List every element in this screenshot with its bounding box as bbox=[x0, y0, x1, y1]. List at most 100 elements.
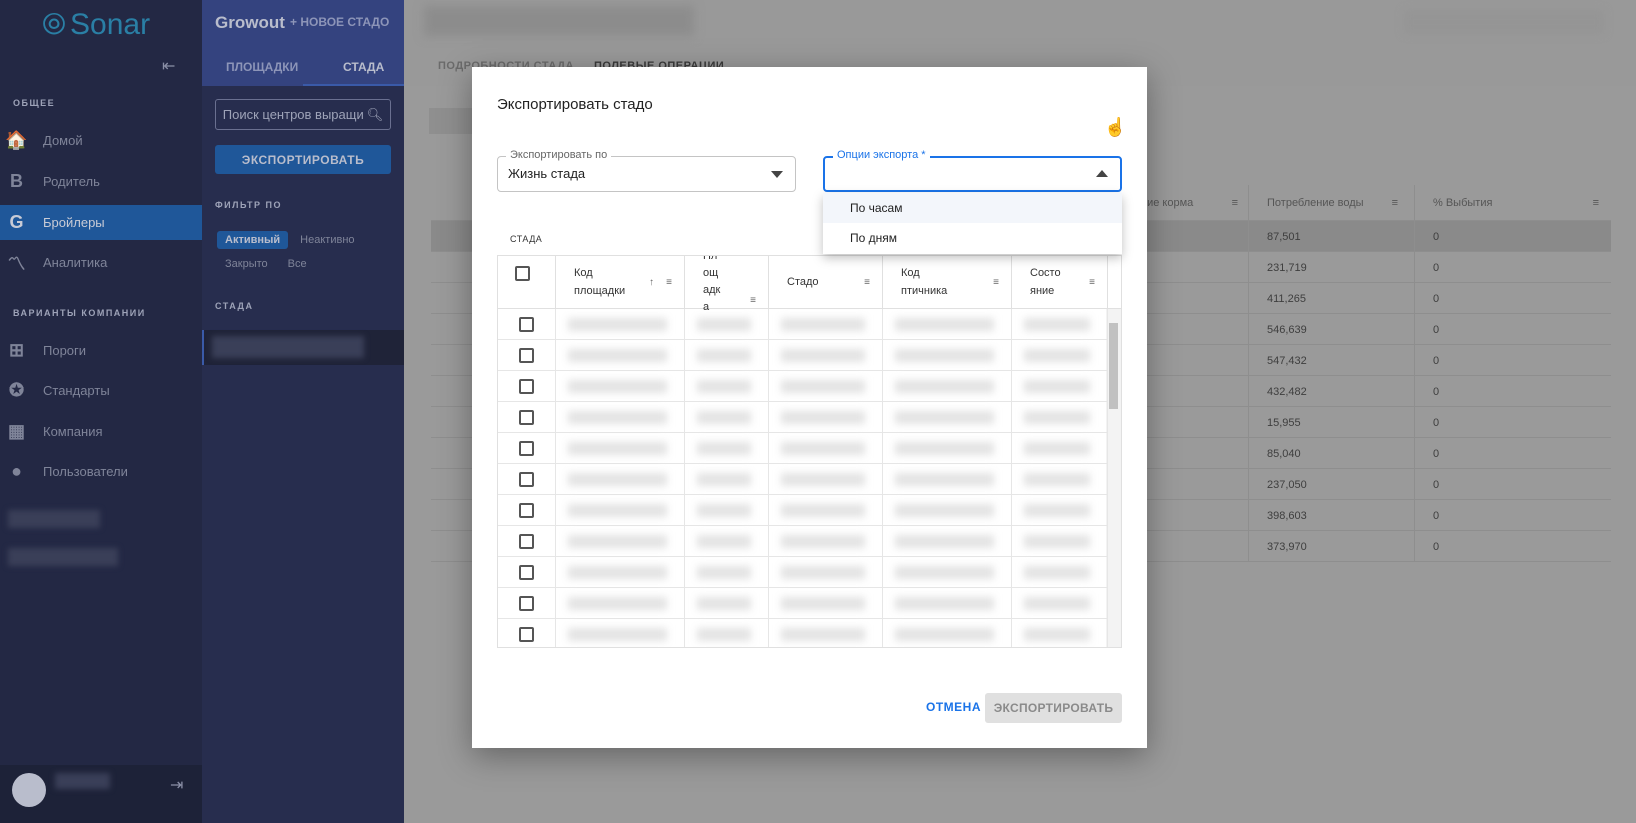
col-site[interactable]: Пл ощ адк а ≡ bbox=[685, 256, 769, 313]
export-options-menu: По часам По дням bbox=[823, 193, 1122, 254]
row-checkbox[interactable] bbox=[519, 534, 534, 549]
herd-row[interactable] bbox=[498, 371, 1108, 402]
filter-icon[interactable]: ≡ bbox=[750, 295, 756, 306]
collapse-sidebar-icon[interactable]: ⇤ bbox=[162, 56, 175, 76]
herd-row[interactable] bbox=[498, 433, 1108, 464]
nav-company[interactable]: ▦ Компания bbox=[0, 414, 202, 449]
export-button[interactable]: ЭКСПОРТИРОВАТЬ bbox=[215, 145, 391, 174]
export-submit-button[interactable]: ЭКСПОРТИРОВАТЬ bbox=[985, 693, 1122, 723]
filter-inactive[interactable]: Неактивно bbox=[292, 231, 362, 249]
row-checkbox[interactable] bbox=[519, 441, 534, 456]
filter-icon[interactable]: ≡ bbox=[1232, 197, 1238, 209]
thresholds-icon: ⊞ bbox=[8, 340, 25, 360]
logout-icon[interactable]: ⇥ bbox=[170, 775, 183, 795]
row-checkbox[interactable] bbox=[519, 596, 534, 611]
search-input[interactable]: Поиск центров выращи 🔍︎ bbox=[215, 99, 391, 130]
scrollbar-thumb[interactable] bbox=[1109, 323, 1118, 409]
redacted-cell bbox=[697, 535, 751, 548]
col-status[interactable]: Состо яние ≡ bbox=[1012, 256, 1108, 309]
redacted-cell bbox=[1024, 535, 1090, 548]
award-icon: ✪ bbox=[8, 380, 25, 400]
row-checkbox[interactable] bbox=[519, 410, 534, 425]
row-checkbox[interactable] bbox=[519, 472, 534, 487]
redacted-cell bbox=[1024, 473, 1090, 486]
nav-users[interactable]: ● Пользователи bbox=[0, 454, 202, 489]
filter-closed[interactable]: Закрыто bbox=[217, 255, 276, 273]
filter-icon[interactable]: ≡ bbox=[666, 277, 672, 288]
herd-row[interactable] bbox=[498, 588, 1108, 619]
redacted-cell bbox=[781, 597, 865, 610]
redacted-cell bbox=[697, 566, 751, 579]
redacted-cell bbox=[697, 411, 751, 424]
mortality-cell: 0 bbox=[1433, 354, 1440, 367]
nav-analytics[interactable]: 〽 Аналитика bbox=[0, 245, 202, 280]
herd-list-item[interactable] bbox=[202, 330, 404, 365]
redacted-cell bbox=[781, 349, 865, 362]
filter-icon[interactable]: ≡ bbox=[1392, 197, 1398, 209]
row-checkbox[interactable] bbox=[519, 317, 534, 332]
row-checkbox[interactable] bbox=[519, 627, 534, 642]
row-checkbox[interactable] bbox=[519, 503, 534, 518]
redacted-block bbox=[8, 510, 100, 528]
tab-indicator bbox=[303, 84, 404, 86]
filter-all[interactable]: Все bbox=[280, 255, 315, 273]
option-hourly[interactable]: По часам bbox=[823, 193, 1122, 223]
redacted-cell bbox=[1024, 349, 1090, 362]
water-consumption-cell: 398,603 bbox=[1249, 500, 1415, 531]
col-house-code[interactable]: Код птичника ≡ bbox=[883, 256, 1012, 309]
filter-icon[interactable]: ≡ bbox=[864, 277, 870, 288]
mortality-cell: 0 bbox=[1433, 478, 1440, 491]
tab-sites[interactable]: ПЛОЩАДКИ bbox=[226, 60, 298, 74]
broilers-g-icon: G bbox=[9, 212, 24, 232]
mortality-cell: 0 bbox=[1433, 292, 1440, 305]
export-herd-dialog: Экспортировать стадо ☝ Экспортировать по… bbox=[472, 67, 1147, 748]
redacted-cell bbox=[568, 349, 667, 362]
select-all-checkbox[interactable] bbox=[515, 266, 530, 281]
export-options-select[interactable]: Опции экспорта * bbox=[823, 149, 1122, 192]
filter-icon[interactable]: ≡ bbox=[1593, 197, 1599, 209]
filter-icon[interactable]: ≡ bbox=[1089, 277, 1095, 288]
herd-row[interactable] bbox=[498, 309, 1108, 340]
col-herd[interactable]: Стадо ≡ bbox=[769, 256, 883, 309]
redacted-herd bbox=[212, 336, 364, 358]
sort-asc-icon[interactable]: ↑ bbox=[649, 277, 654, 288]
nav-standards[interactable]: ✪ Стандарты bbox=[0, 373, 202, 408]
mortality-cell: 0 bbox=[1433, 230, 1440, 243]
redacted-cell bbox=[781, 566, 865, 579]
redacted-cell bbox=[895, 318, 994, 331]
herd-row[interactable] bbox=[498, 557, 1108, 588]
row-checkbox[interactable] bbox=[519, 348, 534, 363]
herd-row[interactable] bbox=[498, 619, 1108, 647]
row-checkbox[interactable] bbox=[519, 565, 534, 580]
redacted-cell bbox=[1024, 566, 1090, 579]
filter-icon[interactable]: ≡ bbox=[993, 277, 999, 288]
water-consumption-cell: 547,432 bbox=[1249, 345, 1415, 376]
nav-broilers[interactable]: G Бройлеры bbox=[0, 205, 202, 240]
redacted-cell bbox=[697, 504, 751, 517]
option-daily[interactable]: По дням bbox=[823, 223, 1122, 253]
nav-home[interactable]: 🏠 Домой bbox=[0, 123, 202, 158]
user-footer: ⇥ bbox=[0, 765, 202, 823]
avatar[interactable] bbox=[12, 773, 46, 807]
herd-row[interactable] bbox=[498, 340, 1108, 371]
row-checkbox[interactable] bbox=[519, 379, 534, 394]
parent-b-icon: B bbox=[10, 171, 23, 191]
herd-row[interactable] bbox=[498, 495, 1108, 526]
redacted-cell bbox=[781, 473, 865, 486]
tab-herds[interactable]: СТАДА bbox=[343, 60, 384, 74]
filter-active[interactable]: Активный bbox=[217, 231, 289, 249]
nav-parent[interactable]: B Родитель bbox=[0, 164, 202, 199]
redacted-cell bbox=[781, 380, 865, 393]
herd-row[interactable] bbox=[498, 526, 1108, 557]
nav-thresholds[interactable]: ⊞ Пороги bbox=[0, 333, 202, 368]
herd-row[interactable] bbox=[498, 402, 1108, 433]
redacted-cell bbox=[697, 473, 751, 486]
cancel-button[interactable]: ОТМЕНА bbox=[926, 700, 981, 714]
sonar-logo-icon: ⦾ bbox=[42, 8, 66, 41]
col-site-code[interactable]: Код площадки ↑ ≡ bbox=[556, 256, 685, 309]
table-scrollbar[interactable] bbox=[1106, 309, 1121, 647]
new-herd-button[interactable]: + НОВОЕ СТАДО bbox=[290, 15, 389, 29]
export-by-select[interactable]: Экспортировать по Жизнь стада bbox=[497, 149, 796, 192]
herd-row[interactable] bbox=[498, 464, 1108, 495]
dropdown-arrow-up-icon bbox=[1096, 170, 1108, 177]
